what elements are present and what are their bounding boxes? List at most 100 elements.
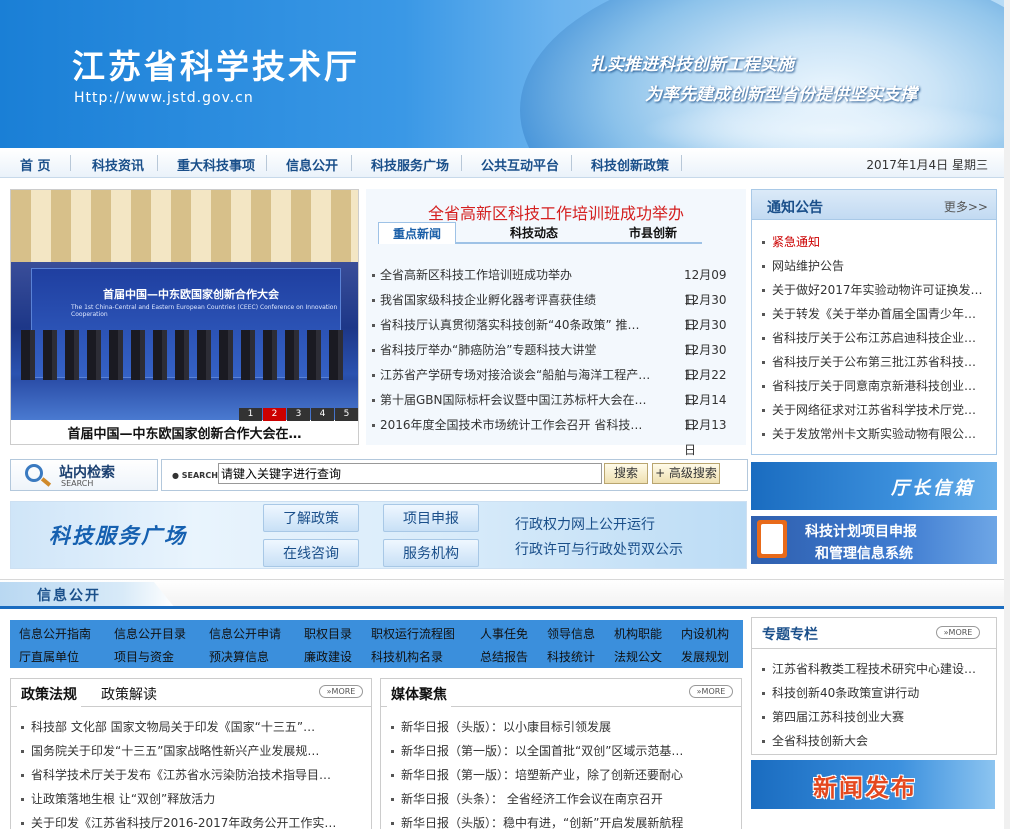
- topic-item[interactable]: 第四届江苏科技创业大赛: [772, 705, 984, 729]
- list-item[interactable]: 紧急通知: [762, 230, 990, 254]
- news-title[interactable]: 2016年度全国技术市场统计工作会召开 省科技厅…: [380, 413, 652, 438]
- list-item[interactable]: 第四届江苏科技创业大赛: [762, 705, 988, 729]
- list-item[interactable]: 关于印发《江苏省科技厅2016-2017年政务公开工作实…: [21, 811, 361, 835]
- search-button[interactable]: 搜索: [604, 463, 648, 484]
- info-link[interactable]: 信息公开申请: [209, 625, 281, 642]
- list-item[interactable]: 省科技厅举办“肺癌防治”专题科技大讲堂 12月30日: [372, 338, 738, 382]
- news-title[interactable]: 江苏省产学研专场对接洽谈会“船舶与海洋工程产…: [380, 363, 652, 388]
- list-item[interactable]: 全省科技创新大会: [762, 729, 988, 753]
- media-item[interactable]: 新华日报（头版）：以小康目标引领发展: [401, 715, 711, 739]
- list-item[interactable]: 第十届GBN国际标杆会议暨中国江苏标杆大会在南… 12月14日: [372, 388, 738, 432]
- media-item[interactable]: 新华日报（头版）：稳中有进，“创新”开启发展新航程: [401, 811, 711, 835]
- list-item[interactable]: 新华日报（第一版）：以全国首批“双创”区域示范基…: [391, 739, 731, 763]
- topic-item[interactable]: 科技创新40条政策宣讲行动: [772, 681, 984, 705]
- list-item[interactable]: 新华日报（头版）：以小康目标引领发展: [391, 715, 731, 739]
- tab-city-innovation[interactable]: 市县创新: [614, 222, 692, 244]
- nav-service-plaza[interactable]: 科技服务广场: [371, 155, 449, 174]
- director-mailbox-banner[interactable]: 厅长信箱: [751, 462, 997, 510]
- slide-page-3[interactable]: 3: [287, 408, 310, 421]
- list-item[interactable]: 省科技厅关于公布江苏启迪科技企业…: [762, 326, 990, 350]
- info-link[interactable]: 机构职能: [614, 625, 662, 642]
- list-item[interactable]: 科技创新40条政策宣讲行动: [762, 681, 988, 705]
- info-link[interactable]: 领导信息: [547, 625, 595, 642]
- media-item[interactable]: 新华日报（头条）： 全省经济工作会议在南京召开: [401, 787, 711, 811]
- slide-page-4[interactable]: 4: [311, 408, 334, 421]
- nav-major-matters[interactable]: 重大科技事项: [177, 155, 255, 174]
- nav-home[interactable]: 首 页: [20, 155, 51, 174]
- policy-item[interactable]: 科技部 文化部 国家文物局关于印发《国家“十三五”…: [31, 715, 341, 739]
- policy-item[interactable]: 省科学技术厅关于发布《江苏省水污染防治技术指导目…: [31, 763, 341, 787]
- list-item[interactable]: 省科技厅关于同意南京新港科技创业…: [762, 374, 990, 398]
- advanced-search-button[interactable]: + 高级搜索: [652, 463, 720, 484]
- list-item[interactable]: 江苏省科教类工程技术研究中心建设…: [762, 657, 988, 681]
- info-link[interactable]: 内设机构: [681, 625, 729, 642]
- media-item[interactable]: 新华日报（第一版）：以全国首批“双创”区域示范基…: [401, 739, 711, 763]
- topic-item[interactable]: 全省科技创新大会: [772, 729, 984, 753]
- notice-item[interactable]: 关于网络征求对江苏省科学技术厅党…: [772, 398, 986, 422]
- tab-policy-regulations[interactable]: 政策法规: [17, 684, 81, 709]
- news-title[interactable]: 省科技厅认真贯彻落实科技创新“40条政策” 推…: [380, 313, 652, 338]
- list-item[interactable]: 新华日报（头条）： 全省经济工作会议在南京召开: [391, 787, 731, 811]
- topic-more-link[interactable]: »MORE: [936, 626, 980, 639]
- list-item[interactable]: 关于发放常州卡文斯实验动物有限公…: [762, 422, 990, 446]
- nav-public-platform[interactable]: 公共互动平台: [481, 155, 559, 174]
- info-link[interactable]: 科技机构名录: [371, 648, 443, 665]
- tab-media-focus[interactable]: 媒体聚焦: [387, 684, 451, 709]
- notice-item[interactable]: 省科技厅关于公布江苏启迪科技企业…: [772, 326, 986, 350]
- notice-more-link[interactable]: 更多>>: [944, 198, 988, 215]
- slide-page-5[interactable]: 5: [335, 408, 358, 421]
- press-release-banner[interactable]: 新闻发布: [751, 760, 995, 809]
- policy-item[interactable]: 关于印发《江苏省科技厅2016-2017年政务公开工作实…: [31, 811, 341, 835]
- notice-item[interactable]: 紧急通知: [772, 230, 986, 254]
- tab-policy-interpretation[interactable]: 政策解读: [101, 684, 157, 704]
- list-item[interactable]: 省科技厅认真贯彻落实科技创新“40条政策” 推… 12月30日: [372, 313, 738, 357]
- notice-item[interactable]: 关于转发《关于举办首届全国青少年…: [772, 302, 986, 326]
- tab-tech-dynamics[interactable]: 科技动态: [495, 222, 573, 244]
- media-more-link[interactable]: »MORE: [689, 685, 733, 698]
- online-consult-button[interactable]: 在线咨询: [263, 539, 359, 567]
- news-title[interactable]: 我省国家级科技企业孵化器考评喜获佳绩: [380, 288, 652, 313]
- media-item[interactable]: 新华日报（第一版）：培塑新产业，除了创新还要耐心: [401, 763, 711, 787]
- list-item[interactable]: 新华日报（头版）：稳中有进，“创新”开启发展新航程: [391, 811, 731, 835]
- list-item[interactable]: 网站维护公告: [762, 254, 990, 278]
- news-title[interactable]: 第十届GBN国际标杆会议暨中国江苏标杆大会在南…: [380, 388, 652, 413]
- list-item[interactable]: 关于做好2017年实验动物许可证换发…: [762, 278, 990, 302]
- policy-item[interactable]: 让政策落地生根 让“双创”释放活力: [31, 787, 341, 811]
- info-link[interactable]: 发展规划: [681, 648, 729, 665]
- info-link[interactable]: 总结报告: [480, 648, 528, 665]
- slide-page-1[interactable]: 1: [239, 408, 262, 421]
- list-item[interactable]: 国务院关于印发“十三五”国家战略性新兴产业发展规…: [21, 739, 361, 763]
- list-item[interactable]: 我省国家级科技企业孵化器考评喜获佳绩 12月30日: [372, 288, 738, 332]
- notice-item[interactable]: 关于发放常州卡文斯实验动物有限公…: [772, 422, 986, 446]
- tab-key-news[interactable]: 重点新闻: [378, 222, 456, 244]
- list-item[interactable]: 关于转发《关于举办首届全国青少年…: [762, 302, 990, 326]
- info-link[interactable]: 预决算信息: [209, 648, 269, 665]
- info-link[interactable]: 信息公开目录: [114, 625, 186, 642]
- list-item[interactable]: 省科技厅关于公布第三批江苏省科技…: [762, 350, 990, 374]
- slide-page-2[interactable]: 2: [263, 408, 286, 421]
- info-link[interactable]: 厅直属单位: [19, 648, 79, 665]
- info-link[interactable]: 职权目录: [304, 625, 352, 642]
- news-headline[interactable]: 全省高新区科技工作培训班成功举办: [366, 200, 746, 224]
- policy-more-link[interactable]: »MORE: [319, 685, 363, 698]
- slideshow-photo[interactable]: 首届中国—中东欧国家创新合作大会 The 1st China-Central a…: [11, 190, 358, 420]
- info-link[interactable]: 信息公开指南: [19, 625, 91, 642]
- service-agency-button[interactable]: 服务机构: [383, 539, 479, 567]
- project-system-banner[interactable]: 科技计划项目申报 和管理信息系统: [751, 516, 997, 564]
- double-disclosure-link[interactable]: 行政许可与行政处罚双公示: [515, 539, 683, 559]
- nav-tech-news[interactable]: 科技资讯: [92, 155, 144, 174]
- info-link[interactable]: 人事任免: [480, 625, 528, 642]
- topic-item[interactable]: 江苏省科教类工程技术研究中心建设…: [772, 657, 984, 681]
- project-apply-button[interactable]: 项目申报: [383, 504, 479, 532]
- list-item[interactable]: 科技部 文化部 国家文物局关于印发《国家“十三五”…: [21, 715, 361, 739]
- list-item[interactable]: 新华日报（第一版）：培塑新产业，除了创新还要耐心: [391, 763, 731, 787]
- news-title[interactable]: 省科技厅举办“肺癌防治”专题科技大讲堂: [380, 338, 652, 363]
- search-input[interactable]: [218, 463, 602, 484]
- notice-item[interactable]: 网站维护公告: [772, 254, 986, 278]
- list-item[interactable]: 全省高新区科技工作培训班成功举办 12月09日: [372, 263, 738, 307]
- notice-item[interactable]: 关于做好2017年实验动物许可证换发…: [772, 278, 986, 302]
- info-link[interactable]: 廉政建设: [304, 648, 352, 665]
- notice-item[interactable]: 省科技厅关于公布第三批江苏省科技…: [772, 350, 986, 374]
- info-link[interactable]: 法规公文: [614, 648, 662, 665]
- info-link[interactable]: 职权运行流程图: [371, 625, 455, 642]
